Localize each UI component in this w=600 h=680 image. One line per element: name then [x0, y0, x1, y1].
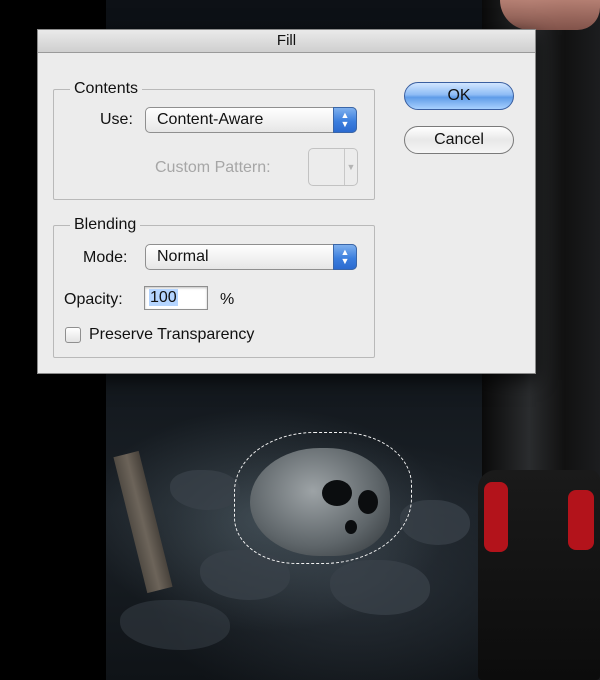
mode-select[interactable]: Normal ▲ ▼	[145, 244, 357, 270]
marquee-selection[interactable]	[234, 432, 412, 564]
up-down-chevron-icon: ▲ ▼	[333, 107, 357, 133]
cancel-button[interactable]: Cancel	[404, 126, 514, 154]
preserve-transparency-label[interactable]: Preserve Transparency	[89, 326, 254, 344]
chevron-down-icon: ▼	[344, 149, 357, 185]
preserve-transparency-checkbox[interactable]	[65, 327, 81, 343]
ok-button[interactable]: OK	[404, 82, 514, 110]
use-select[interactable]: Content-Aware ▲ ▼	[145, 107, 357, 133]
mode-select-value: Normal	[157, 248, 209, 265]
mode-label: Mode:	[83, 249, 128, 266]
custom-pattern-select[interactable]: ▼	[308, 148, 358, 186]
opacity-unit: %	[220, 291, 235, 308]
blending-legend: Blending	[74, 216, 137, 233]
custom-pattern-label: Custom Pattern:	[155, 159, 271, 176]
hand	[500, 0, 600, 30]
opacity-value: 100	[149, 289, 178, 306]
use-select-value: Content-Aware	[157, 111, 264, 128]
contents-legend: Contents	[74, 80, 139, 97]
opacity-field[interactable]: 100	[144, 286, 208, 310]
use-label: Use:	[100, 111, 133, 128]
boot	[478, 470, 600, 680]
dialog-title: Fill	[38, 30, 535, 53]
up-down-chevron-icon: ▲ ▼	[333, 244, 357, 270]
fill-dialog: Fill Contents Use: Content-Aware ▲ ▼ Cust…	[37, 29, 536, 374]
boot-red-accent	[484, 482, 508, 552]
opacity-label: Opacity:	[64, 291, 123, 308]
boot-red-accent	[568, 490, 594, 550]
